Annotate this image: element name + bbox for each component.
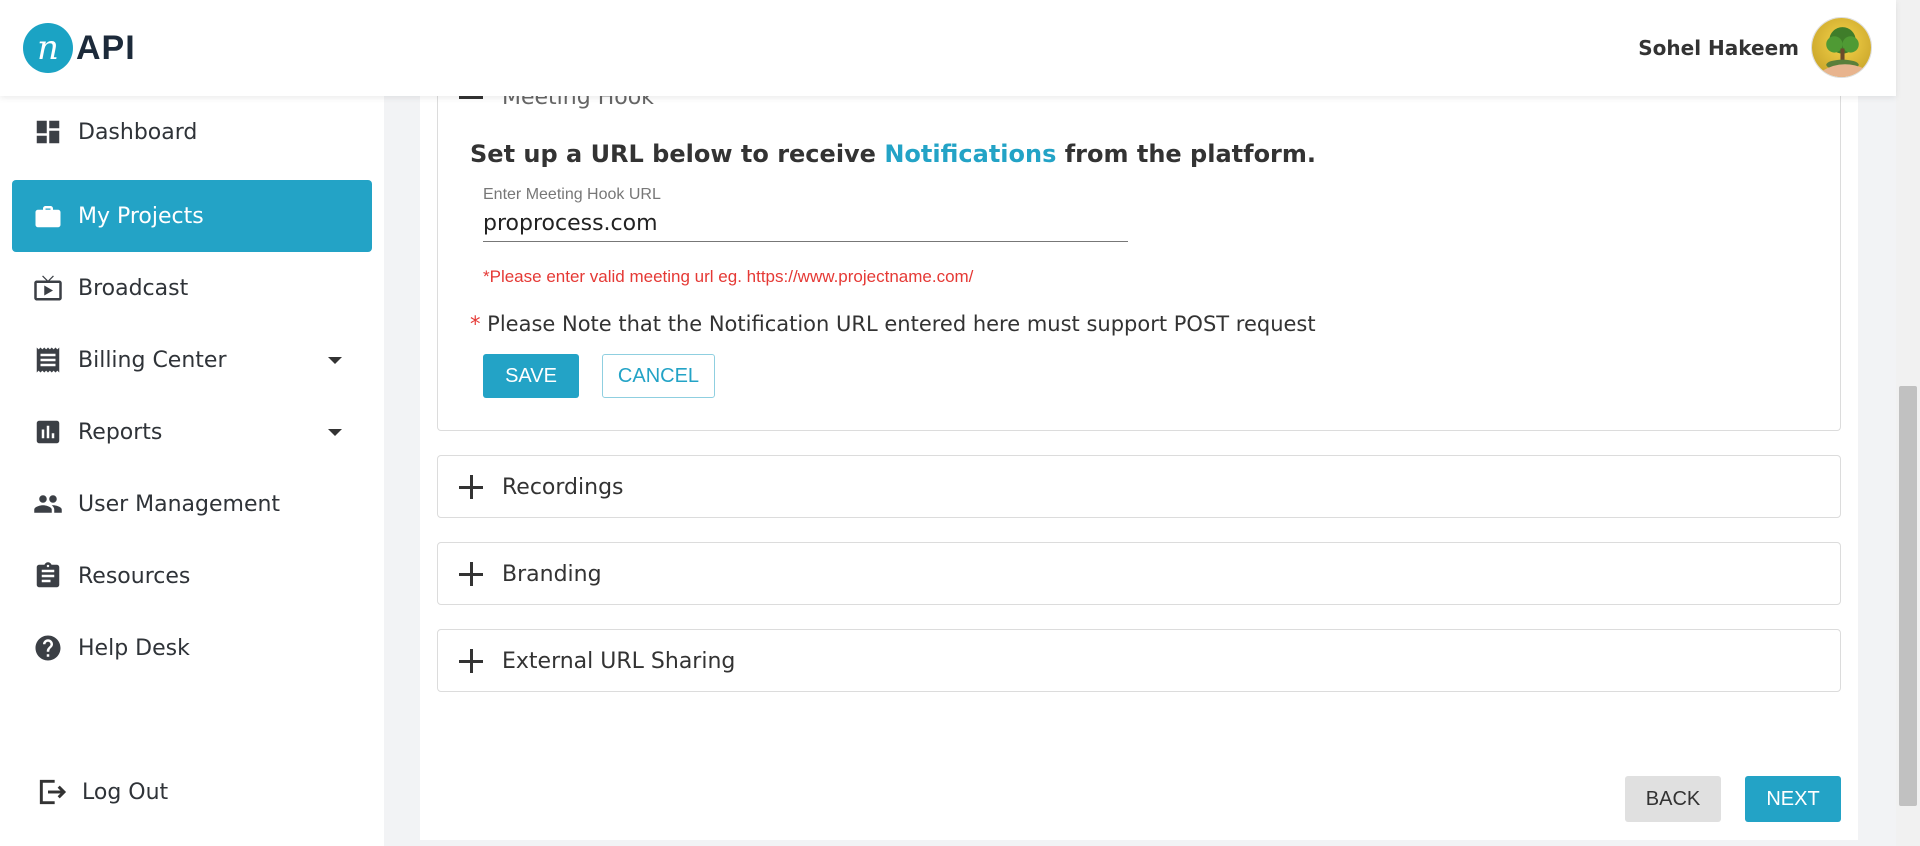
help-icon xyxy=(32,632,64,664)
back-button[interactable]: BACK xyxy=(1625,776,1721,822)
sidebar-item-label: My Projects xyxy=(78,203,204,229)
sidebar-item-broadcast[interactable]: Broadcast xyxy=(12,252,372,324)
clipboard-icon xyxy=(32,560,64,592)
chevron-down-icon xyxy=(328,357,342,364)
sidebar-item-label: Resources xyxy=(78,563,191,589)
save-button[interactable]: SAVE xyxy=(483,354,579,398)
meeting-hook-panel: Meeting Hook Set up a URL below to recei… xyxy=(437,68,1841,431)
app-logo[interactable]: n API xyxy=(23,23,136,73)
sidebar-item-reports[interactable]: Reports xyxy=(12,396,372,468)
meeting-hook-url-label: Enter Meeting Hook URL xyxy=(483,186,661,203)
logout-icon xyxy=(39,779,67,805)
tv-icon xyxy=(32,272,64,304)
logo-badge: n xyxy=(23,23,73,73)
logout-button[interactable]: Log Out xyxy=(36,776,168,808)
top-header: n API Sohel Hakeem xyxy=(0,0,1896,96)
recordings-panel[interactable]: Recordings xyxy=(437,455,1841,518)
setup-prefix: Set up a URL below to receive xyxy=(470,140,885,168)
setup-suffix: from the platform. xyxy=(1056,140,1317,168)
logo-text: API xyxy=(76,28,136,67)
sidebar-item-resources[interactable]: Resources xyxy=(12,540,372,612)
next-button[interactable]: NEXT xyxy=(1745,776,1841,822)
sidebar: Dashboard My Projects Broadcast Billing … xyxy=(0,96,384,846)
branding-header[interactable]: Branding xyxy=(438,543,1840,605)
panel-title: External URL Sharing xyxy=(502,648,736,674)
sidebar-item-help-desk[interactable]: Help Desk xyxy=(12,612,372,684)
branding-panel[interactable]: Branding xyxy=(437,542,1841,605)
sidebar-item-label: Broadcast xyxy=(78,275,189,301)
panel-title: Recordings xyxy=(502,474,624,500)
sidebar-item-label: Billing Center xyxy=(78,347,227,373)
sidebar-item-label: User Management xyxy=(78,491,281,517)
post-request-note: * Please Note that the Notification URL … xyxy=(470,312,1316,336)
sidebar-item-label: Dashboard xyxy=(78,119,198,145)
note-text: Please Note that the Notification URL en… xyxy=(480,312,1316,336)
receipt-icon xyxy=(32,344,64,376)
sidebar-item-label: Reports xyxy=(78,419,163,445)
url-error-message: *Please enter valid meeting url eg. http… xyxy=(483,267,974,286)
sidebar-item-user-management[interactable]: User Management xyxy=(12,468,372,540)
plus-icon[interactable] xyxy=(459,562,483,586)
sidebar-item-dashboard[interactable]: Dashboard xyxy=(12,96,372,168)
notifications-highlight: Notifications xyxy=(884,140,1057,168)
people-icon xyxy=(32,488,64,520)
user-menu[interactable]: Sohel Hakeem xyxy=(1638,17,1872,78)
external-url-sharing-header[interactable]: External URL Sharing xyxy=(438,630,1840,692)
avatar[interactable] xyxy=(1811,17,1872,78)
plus-icon[interactable] xyxy=(459,649,483,673)
sidebar-item-my-projects[interactable]: My Projects xyxy=(12,180,372,252)
panel-title: Branding xyxy=(502,561,602,587)
required-star: * xyxy=(470,312,481,336)
page-scrollbar[interactable] xyxy=(1896,0,1920,846)
cancel-button[interactable]: CANCEL xyxy=(602,354,715,398)
briefcase-icon xyxy=(32,200,64,232)
scrollbar-thumb[interactable] xyxy=(1899,386,1917,806)
external-url-sharing-panel[interactable]: External URL Sharing xyxy=(437,629,1841,692)
chevron-down-icon xyxy=(328,429,342,436)
recordings-header[interactable]: Recordings xyxy=(438,456,1840,518)
sidebar-item-label: Help Desk xyxy=(78,635,190,661)
meeting-hook-url-input[interactable] xyxy=(483,206,1128,242)
logout-label: Log Out xyxy=(82,779,169,805)
plus-icon[interactable] xyxy=(459,475,483,499)
dashboard-icon xyxy=(32,116,64,148)
setup-instructions: Set up a URL below to receive Notificati… xyxy=(470,140,1316,168)
user-name: Sohel Hakeem xyxy=(1638,35,1799,60)
bar-chart-icon xyxy=(32,416,64,448)
sidebar-item-billing-center[interactable]: Billing Center xyxy=(12,324,372,396)
